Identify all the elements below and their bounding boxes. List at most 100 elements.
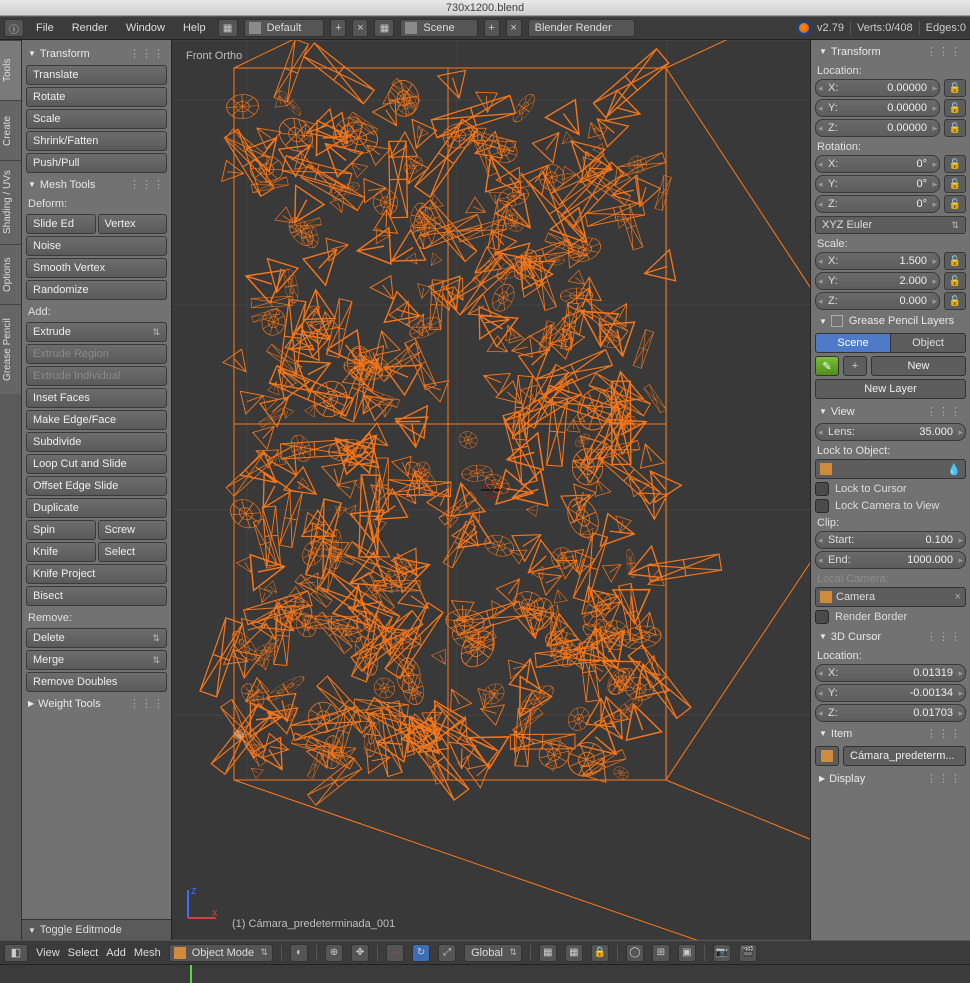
loc-x-field[interactable]: X:0.00000: [815, 79, 940, 97]
smooth-vertex-button[interactable]: Smooth Vertex: [26, 258, 167, 278]
panel-meshtools-header[interactable]: ▼Mesh Tools⋮⋮⋮: [24, 175, 169, 194]
vh-menu-select[interactable]: Select: [68, 947, 99, 959]
layers-2-icon[interactable]: ▦: [565, 944, 583, 962]
scene-add-button[interactable]: +: [484, 19, 500, 37]
rotate-button[interactable]: Rotate: [26, 87, 167, 107]
scene-dropdown[interactable]: Scene: [400, 19, 477, 37]
gp-add-icon[interactable]: +: [843, 356, 867, 376]
duplicate-button[interactable]: Duplicate: [26, 498, 167, 518]
editor-type-3dview-icon[interactable]: ◧: [4, 944, 28, 962]
snap-target-icon[interactable]: ▣: [678, 944, 696, 962]
spin-button[interactable]: Spin: [26, 520, 96, 540]
panel-3d-cursor[interactable]: ▼3D Cursor⋮⋮⋮: [815, 627, 966, 646]
opengl-render-icon[interactable]: 📷: [713, 944, 731, 962]
menu-help[interactable]: Help: [177, 22, 212, 34]
vh-menu-add[interactable]: Add: [106, 947, 126, 959]
rot-y-field[interactable]: Y:0°: [815, 175, 940, 193]
scale-x-lock-icon[interactable]: 🔓: [944, 252, 966, 270]
pivot-point-icon[interactable]: ⊕: [325, 944, 343, 962]
make-edge-face-button[interactable]: Make Edge/Face: [26, 410, 167, 430]
scene-remove-button[interactable]: ×: [506, 19, 522, 37]
vtab-shading-uvs[interactable]: Shading / UVs: [0, 160, 21, 244]
local-camera-field[interactable]: Camera×: [815, 587, 966, 607]
lock-camera-checkbox[interactable]: [815, 499, 829, 513]
manipulator-rotate-icon[interactable]: ↻: [412, 944, 430, 962]
loc-z-lock-icon[interactable]: 🔓: [944, 119, 966, 137]
vtab-grease-pencil[interactable]: Grease Pencil: [0, 304, 21, 394]
menu-file[interactable]: File: [30, 22, 60, 34]
eyedropper-icon[interactable]: 💧: [947, 463, 961, 476]
knife-project-button[interactable]: Knife Project: [26, 564, 167, 584]
manipulator-translate-icon[interactable]: ↔: [386, 944, 404, 962]
render-engine-dropdown[interactable]: Blender Render: [528, 19, 635, 37]
push-pull-button[interactable]: Push/Pull: [26, 153, 167, 173]
lock-object-field[interactable]: 💧: [815, 459, 966, 479]
clip-end-field[interactable]: End:1000.000: [815, 551, 966, 569]
camera-clear-icon[interactable]: ×: [955, 591, 961, 603]
panel-transform-header[interactable]: ▼Transform⋮⋮⋮: [24, 44, 169, 63]
snap-element-icon[interactable]: ⊞: [652, 944, 670, 962]
menu-window[interactable]: Window: [120, 22, 171, 34]
scene-browse-icon[interactable]: ▦: [374, 19, 394, 37]
manipulator-toggle-icon[interactable]: ✥: [351, 944, 369, 962]
loc-y-field[interactable]: Y:0.00000: [815, 99, 940, 117]
noise-button[interactable]: Noise: [26, 236, 167, 256]
knife-button[interactable]: Knife: [26, 542, 96, 562]
shrink-fatten-button[interactable]: Shrink/Fatten: [26, 131, 167, 151]
scale-x-field[interactable]: X:1.500: [815, 252, 940, 270]
merge-dropdown[interactable]: Merge: [26, 650, 167, 670]
gp-pencil-icon[interactable]: ✎: [815, 356, 839, 376]
vh-menu-view[interactable]: View: [36, 947, 60, 959]
panel-grease-pencil[interactable]: ▼Grease Pencil Layers: [815, 312, 966, 330]
vtab-create[interactable]: Create: [0, 100, 21, 160]
lock-layers-icon[interactable]: 🔒: [591, 944, 609, 962]
loc-y-lock-icon[interactable]: 🔓: [944, 99, 966, 117]
transform-orientation-dropdown[interactable]: Global: [464, 944, 522, 962]
extrude-individual-button[interactable]: Extrude Individual: [26, 366, 167, 386]
layers-icon[interactable]: ▦: [539, 944, 557, 962]
mode-dropdown[interactable]: Object Mode: [169, 944, 273, 962]
item-name-field[interactable]: Cámara_predeterm...: [843, 746, 966, 766]
randomize-button[interactable]: Randomize: [26, 280, 167, 300]
menu-render[interactable]: Render: [66, 22, 114, 34]
panel-item[interactable]: ▼Item⋮⋮⋮: [815, 724, 966, 743]
knife-select-button[interactable]: Select: [98, 542, 168, 562]
scale-y-lock-icon[interactable]: 🔓: [944, 272, 966, 290]
rot-z-lock-icon[interactable]: 🔓: [944, 195, 966, 213]
slide-edge-button[interactable]: Slide Ed: [26, 214, 96, 234]
vh-menu-mesh[interactable]: Mesh: [134, 947, 161, 959]
extrude-region-button[interactable]: Extrude Region: [26, 344, 167, 364]
panel-transform-n[interactable]: ▼Transform⋮⋮⋮: [815, 42, 966, 61]
rotation-mode-dropdown[interactable]: XYZ Euler: [815, 216, 966, 234]
gp-tab-scene[interactable]: Scene: [815, 333, 891, 353]
screw-button[interactable]: Screw: [98, 520, 168, 540]
rot-z-field[interactable]: Z:0°: [815, 195, 940, 213]
loc-z-field[interactable]: Z:0.00000: [815, 119, 940, 137]
scale-y-field[interactable]: Y:2.000: [815, 272, 940, 290]
scale-z-field[interactable]: Z:0.000: [815, 292, 940, 310]
screen-browse-icon[interactable]: ▦: [218, 19, 238, 37]
subdivide-button[interactable]: Subdivide: [26, 432, 167, 452]
rot-y-lock-icon[interactable]: 🔓: [944, 175, 966, 193]
panel-display[interactable]: ▶Display⋮⋮⋮: [815, 769, 966, 788]
3d-viewport[interactable]: Front Ortho: [172, 40, 810, 940]
vtab-tools[interactable]: Tools: [0, 40, 21, 100]
cursor-z-field[interactable]: Z:0.01703: [815, 704, 966, 722]
scale-z-lock-icon[interactable]: 🔓: [944, 292, 966, 310]
delete-dropdown[interactable]: Delete: [26, 628, 167, 648]
editor-type-info-icon[interactable]: ⓘ: [4, 19, 24, 37]
cursor-x-field[interactable]: X:0.01319: [815, 664, 966, 682]
gp-checkbox-icon[interactable]: [831, 315, 843, 327]
gp-new-layer-button[interactable]: New Layer: [815, 379, 966, 399]
opengl-anim-icon[interactable]: 🎬: [739, 944, 757, 962]
lock-cursor-checkbox[interactable]: [815, 482, 829, 496]
bisect-button[interactable]: Bisect: [26, 586, 167, 606]
vtab-options[interactable]: Options: [0, 244, 21, 304]
operator-panel-header[interactable]: ▼Toggle Editmode: [22, 919, 171, 940]
loop-cut-slide-button[interactable]: Loop Cut and Slide: [26, 454, 167, 474]
scale-button[interactable]: Scale: [26, 109, 167, 129]
clip-start-field[interactable]: Start:0.100: [815, 531, 966, 549]
extrude-dropdown[interactable]: Extrude: [26, 322, 167, 342]
lens-field[interactable]: Lens:35.000: [815, 423, 966, 441]
offset-edge-slide-button[interactable]: Offset Edge Slide: [26, 476, 167, 496]
